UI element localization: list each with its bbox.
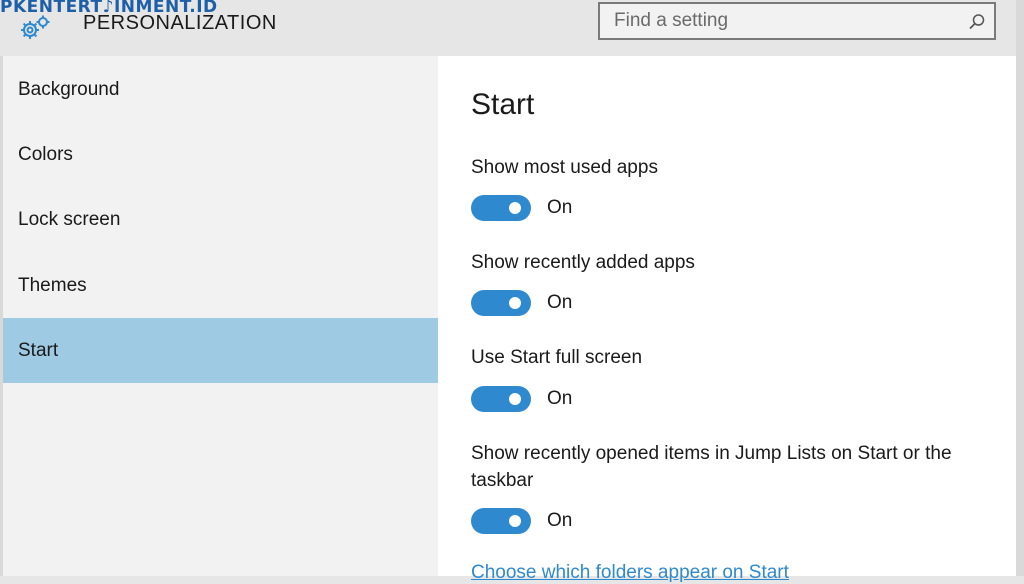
setting-label-jump-lists: Show recently opened items in Jump Lists… [471,443,952,491]
setting-label-recently-added: Show recently added apps [471,252,695,273]
toggle-start-full-screen[interactable] [471,386,531,412]
main-content: Start Show most used apps On Show recent… [438,56,1017,583]
window-edge [1016,0,1024,576]
sidebar-item-start[interactable]: Start [3,318,438,383]
setting-label-most-used: Show most used apps [471,157,658,178]
watermark-text: PKENTERT♪INMENT.ID [0,0,218,17]
toggle-recently-added-apps[interactable] [471,290,531,316]
section-title: Start [471,88,535,121]
toggle-state-label: On [547,197,573,218]
search-box[interactable] [598,2,996,40]
sidebar-item-background[interactable]: Background [3,57,438,122]
setting-label-full-screen: Use Start full screen [471,347,643,368]
toggle-jump-lists[interactable] [471,508,531,534]
toggle-knob [509,515,521,527]
sidebar-item-themes[interactable]: Themes [3,253,438,318]
toggle-most-used-apps[interactable] [471,195,531,221]
sidebar-item-lock-screen[interactable]: Lock screen [3,187,438,252]
toggle-state-label: On [547,388,573,409]
toggle-state-label: On [547,292,573,313]
search-icon[interactable] [968,13,986,31]
sidebar-item-colors[interactable]: Colors [3,122,438,187]
search-input[interactable] [600,4,954,38]
toggle-knob [509,297,521,309]
toggle-knob [509,393,521,405]
toggle-knob [509,202,521,214]
choose-folders-link[interactable]: Choose which folders appear on Start [471,562,789,584]
toggle-state-label: On [547,510,573,531]
sidebar: Background Colors Lock screen Themes Sta… [0,56,438,576]
